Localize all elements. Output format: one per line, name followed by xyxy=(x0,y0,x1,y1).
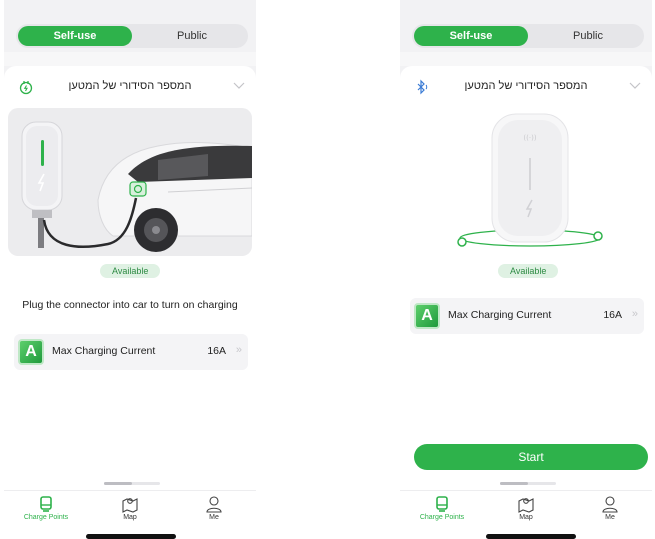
scroll-indicator xyxy=(104,482,160,485)
user-icon xyxy=(206,496,222,513)
charger-serial-title: המספר הסידורי של המטען xyxy=(68,80,192,92)
status-badge: Available xyxy=(498,264,559,278)
max-charging-current-row[interactable]: A Max Charging Current 16A » xyxy=(14,334,248,370)
right-screen: Self-use Public המספר הסידורי של המטען (… xyxy=(400,0,652,539)
svg-text:((·)): ((·)) xyxy=(523,134,536,142)
tab-label: Map xyxy=(123,514,137,521)
charger-header[interactable]: המספר הסידורי של המטען xyxy=(4,66,256,108)
bottom-tab-bar: Charge Points Map Me xyxy=(400,490,652,539)
bottom-tab-bar: Charge Points Map Me xyxy=(4,490,256,539)
charger-card: המספר הסידורי של המטען Available Plug th… xyxy=(4,66,256,490)
charge-points-icon xyxy=(40,496,52,512)
mode-segmented-control: Self-use Public xyxy=(16,24,248,48)
tab-label: Map xyxy=(519,514,533,521)
charger-header[interactable]: המספר הסידורי של המטען xyxy=(400,66,652,108)
chevron-down-icon[interactable] xyxy=(628,78,642,92)
tab-label: Charge Points xyxy=(419,514,465,521)
charge-points-icon xyxy=(436,496,448,512)
max-current-label: Max Charging Current xyxy=(448,309,552,321)
mode-segmented-control: Self-use Public xyxy=(412,24,644,48)
tab-charge-points[interactable]: Charge Points xyxy=(4,495,88,531)
current-icon: A xyxy=(18,339,44,365)
charger-serial-title: המספר הסידורי של המטען xyxy=(464,80,588,92)
public-tab[interactable]: Public xyxy=(136,24,248,48)
chevron-right-icon: » xyxy=(235,344,242,356)
tab-label: Me xyxy=(209,514,219,521)
chevron-down-icon[interactable] xyxy=(232,78,246,92)
public-tab[interactable]: Public xyxy=(532,24,644,48)
tab-map[interactable]: Map xyxy=(484,495,568,531)
home-indicator xyxy=(86,534,176,539)
charger-card: המספר הסידורי של המטען ((·)) Available A… xyxy=(400,66,652,490)
tab-label: Charge Points xyxy=(23,514,69,521)
status-badge: Available xyxy=(100,264,161,278)
car-charger-image xyxy=(21,121,252,252)
left-screen: Self-use Public המספר הסידורי של המטען A… xyxy=(4,0,256,539)
divider-strip xyxy=(4,52,256,66)
scroll-indicator xyxy=(500,482,556,485)
tab-me[interactable]: Me xyxy=(568,495,652,531)
max-current-value: 16A xyxy=(207,345,226,357)
self-use-tab[interactable]: Self-use xyxy=(18,26,132,46)
tab-charge-points[interactable]: Charge Points xyxy=(400,495,484,531)
current-icon: A xyxy=(414,303,440,329)
divider-strip xyxy=(400,52,652,66)
self-use-tab[interactable]: Self-use xyxy=(414,26,528,46)
tab-label: Me xyxy=(605,514,615,521)
tab-me[interactable]: Me xyxy=(172,495,256,531)
max-current-value: 16A xyxy=(603,309,622,321)
charger-plug-icon xyxy=(19,81,33,95)
max-current-label: Max Charging Current xyxy=(52,345,156,357)
user-icon xyxy=(602,496,618,513)
map-icon xyxy=(518,498,534,513)
start-button[interactable]: Start xyxy=(414,444,648,470)
chevron-right-icon: » xyxy=(631,308,638,320)
charger-device-image: ((·)) xyxy=(457,113,603,247)
bluetooth-icon xyxy=(417,79,428,95)
map-icon xyxy=(122,498,138,513)
max-charging-current-row[interactable]: A Max Charging Current 16A » xyxy=(410,298,644,334)
home-indicator xyxy=(486,534,576,539)
charging-illustration xyxy=(8,108,252,256)
plug-hint-text: Plug the connector into car to turn on c… xyxy=(22,299,238,311)
tab-map[interactable]: Map xyxy=(88,495,172,531)
